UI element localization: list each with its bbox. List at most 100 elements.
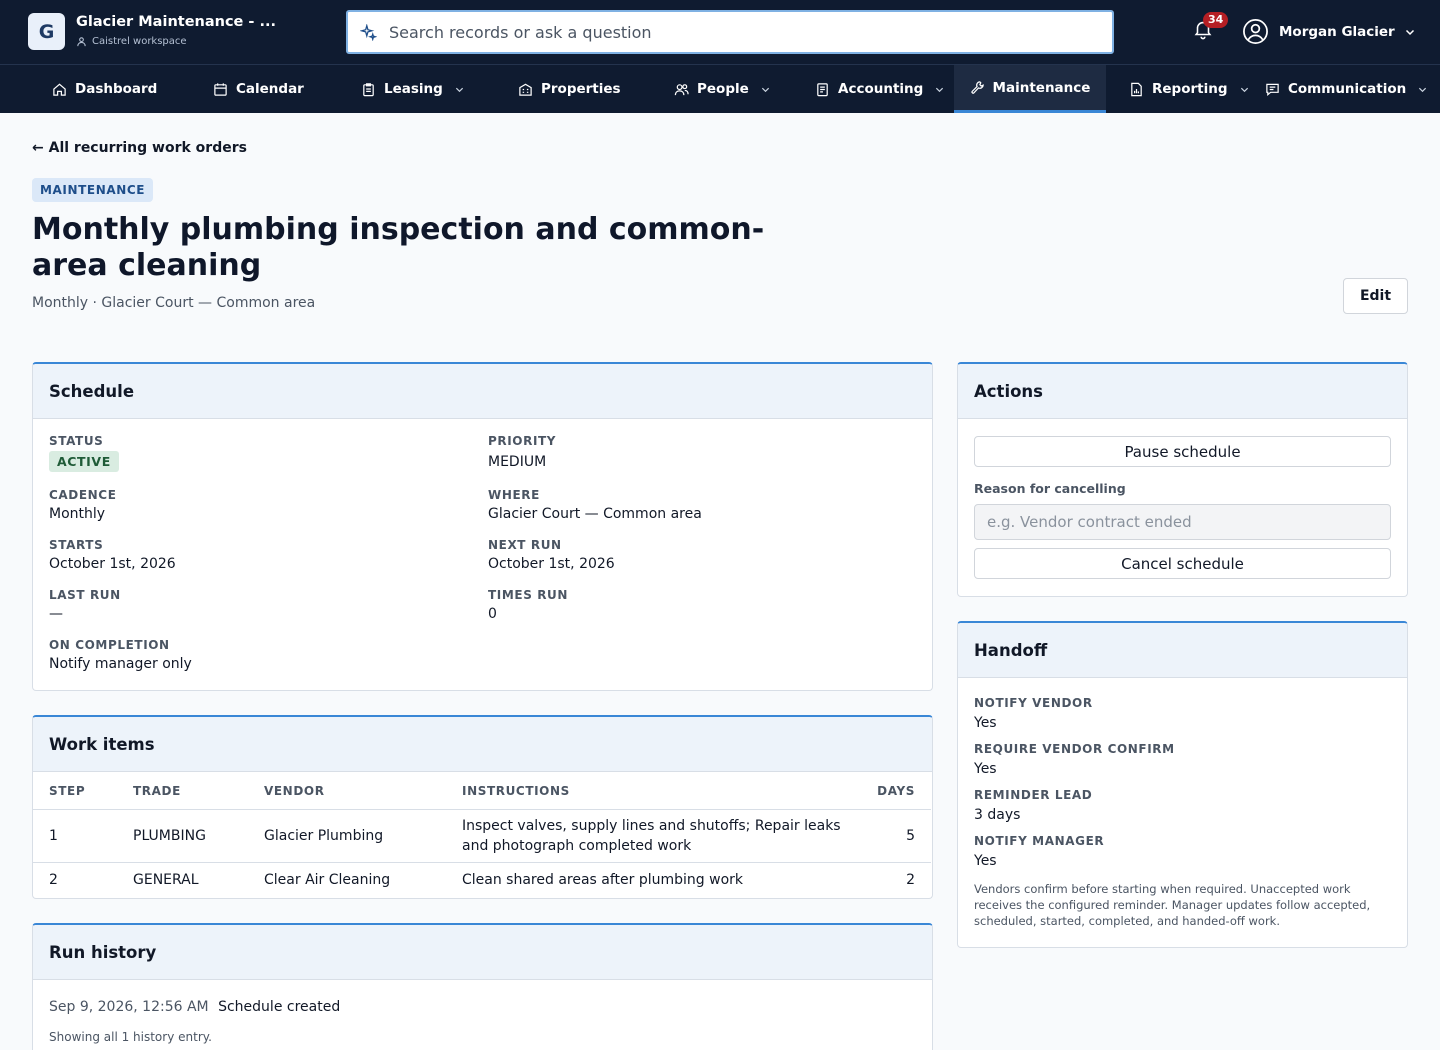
message-icon xyxy=(1266,83,1279,96)
category-tag: MAINTENANCE xyxy=(32,178,154,202)
app-logo[interactable]: G xyxy=(28,13,65,50)
back-to-recurring-work-orders-link[interactable]: ← All recurring work orders xyxy=(32,140,247,156)
cancel-schedule-button[interactable]: Cancel schedule xyxy=(974,548,1391,579)
column-header-days: DAYS xyxy=(842,773,931,810)
user-menu[interactable]: Morgan Glacier xyxy=(1242,18,1415,45)
notify-vendor-label: NOTIFY VENDOR xyxy=(974,696,1093,710)
wrench-icon xyxy=(970,81,984,94)
workspace-switcher[interactable]: Caistrel workspace xyxy=(76,36,187,47)
notify-vendor-value: Yes xyxy=(974,715,997,731)
calendar-icon xyxy=(214,82,227,96)
cancel-reason-input[interactable] xyxy=(974,504,1391,540)
priority-label: PRIORITY xyxy=(488,434,557,448)
nav-accounting[interactable]: Accounting xyxy=(815,65,944,113)
nav-label: Communication xyxy=(1288,81,1407,97)
search-bar[interactable] xyxy=(346,10,1114,54)
chevron-down-icon xyxy=(1240,87,1248,92)
times-run-value: 0 xyxy=(488,606,497,622)
on-completion-label: ON COMPLETION xyxy=(49,638,170,652)
notification-count-badge: 34 xyxy=(1203,12,1229,28)
chevron-down-icon xyxy=(1419,87,1427,92)
user-name: Morgan Glacier xyxy=(1279,23,1395,40)
starts-value: October 1st, 2026 xyxy=(49,556,176,572)
chevron-down-icon xyxy=(936,87,944,92)
starts-label: STARTS xyxy=(49,538,104,552)
actions-heading: Actions xyxy=(958,364,1407,419)
where-value: Glacier Court — Common area xyxy=(488,506,702,522)
column-header-vendor: VENDOR xyxy=(264,773,462,810)
notify-manager-value: Yes xyxy=(974,853,997,869)
reminder-lead-value: 3 days xyxy=(974,807,1021,823)
last-run-value: — xyxy=(49,606,63,622)
priority-value: MEDIUM xyxy=(488,454,547,470)
cadence-value: Monthly xyxy=(49,506,106,522)
chevron-down-icon xyxy=(761,87,769,92)
nav-reporting[interactable]: Reporting xyxy=(1129,65,1249,113)
nav-properties[interactable]: Properties xyxy=(518,65,621,113)
sparkle-search-icon xyxy=(360,23,377,41)
app-title[interactable]: Glacier Maintenance - ... xyxy=(76,14,276,30)
handoff-heading: Handoff xyxy=(958,623,1407,678)
cell-vendor: Clear Air Cleaning xyxy=(264,872,391,889)
nav-dashboard[interactable]: Dashboard xyxy=(52,65,157,113)
where-label: WHERE xyxy=(488,488,540,502)
workspace-name: Caistrel workspace xyxy=(92,36,187,47)
nav-label: Properties xyxy=(541,81,621,97)
chevron-down-icon xyxy=(1405,27,1415,37)
search-input[interactable] xyxy=(389,22,1089,42)
ledger-icon xyxy=(817,82,828,96)
reason-label: Reason for cancelling xyxy=(974,481,1126,496)
nav-people[interactable]: People xyxy=(674,65,770,113)
nav-calendar[interactable]: Calendar xyxy=(213,65,304,113)
status-label: STATUS xyxy=(49,434,104,448)
schedule-heading: Schedule xyxy=(33,364,932,419)
report-icon xyxy=(1131,82,1142,96)
schedule-panel: Schedule STATUS ACTIVE PRIORITY MEDIUM C… xyxy=(32,362,933,691)
chevron-down-icon xyxy=(455,87,463,92)
user-avatar-icon xyxy=(1242,18,1269,45)
nav-communication[interactable]: Communication xyxy=(1265,65,1427,113)
status-badge: ACTIVE xyxy=(49,451,119,472)
cell-trade: PLUMBING xyxy=(133,809,264,863)
run-history-heading: Run history xyxy=(33,925,932,980)
run-history-panel: Run history Sep 9, 2026, 12:56 AM Schedu… xyxy=(32,923,933,1050)
edit-button[interactable]: Edit xyxy=(1343,278,1408,314)
nav-label: Leasing xyxy=(384,81,443,97)
table-row: 1 PLUMBING Glacier Plumbing Inspect valv… xyxy=(33,809,931,863)
last-run-label: LAST RUN xyxy=(49,588,121,602)
actions-panel: Actions Pause schedule Reason for cancel… xyxy=(957,362,1408,597)
nav-maintenance[interactable]: Maintenance xyxy=(954,65,1106,113)
history-entry: Sep 9, 2026, 12:56 AM Schedule created xyxy=(49,999,340,1015)
require-vendor-confirm-label: REQUIRE VENDOR CONFIRM xyxy=(974,742,1175,756)
next-run-value: October 1st, 2026 xyxy=(488,556,615,572)
cell-step: 1 xyxy=(33,809,133,863)
times-run-label: TIMES RUN xyxy=(488,588,569,602)
work-items-table: STEP TRADE VENDOR INSTRUCTIONS DAYS 1 PL… xyxy=(33,773,931,898)
nav-label: Reporting xyxy=(1152,81,1228,97)
work-items-panel: Work items STEP TRADE VENDOR INSTRUCTION… xyxy=(32,715,933,899)
cell-vendor: Glacier Plumbing xyxy=(264,809,462,863)
handoff-panel: Handoff NOTIFY VENDOR Yes REQUIRE VENDOR… xyxy=(957,621,1408,948)
table-header-row: STEP TRADE VENDOR INSTRUCTIONS DAYS xyxy=(33,773,931,810)
history-footer: Showing all 1 history entry. xyxy=(49,1030,212,1044)
nav-label: People xyxy=(697,81,749,97)
column-header-instructions: INSTRUCTIONS xyxy=(462,773,842,810)
require-vendor-confirm-value: Yes xyxy=(974,761,997,777)
top-bar: G Glacier Maintenance - ... Caistrel wor… xyxy=(0,0,1440,65)
cadence-label: CADENCE xyxy=(49,488,117,502)
people-icon xyxy=(674,83,689,95)
cell-instructions: Clean shared areas after plumbing work xyxy=(462,872,744,889)
page-title: Monthly plumbing inspection and common-a… xyxy=(32,212,765,283)
column-header-step: STEP xyxy=(33,773,133,810)
cell-days: 5 xyxy=(842,809,931,863)
notify-manager-label: NOTIFY MANAGER xyxy=(974,834,1105,848)
table-row: 2 GENERAL Clear Air Cleaning Clean share… xyxy=(33,862,931,898)
workspace-icon xyxy=(77,37,86,47)
pause-schedule-button[interactable]: Pause schedule xyxy=(974,436,1391,467)
history-entry-time: Sep 9, 2026, 12:56 AM xyxy=(49,999,209,1015)
nav-leasing[interactable]: Leasing xyxy=(361,65,464,113)
nav-label: Maintenance xyxy=(992,79,1091,96)
building-icon xyxy=(519,83,532,96)
home-icon xyxy=(53,83,66,96)
nav-label: Dashboard xyxy=(75,81,158,97)
